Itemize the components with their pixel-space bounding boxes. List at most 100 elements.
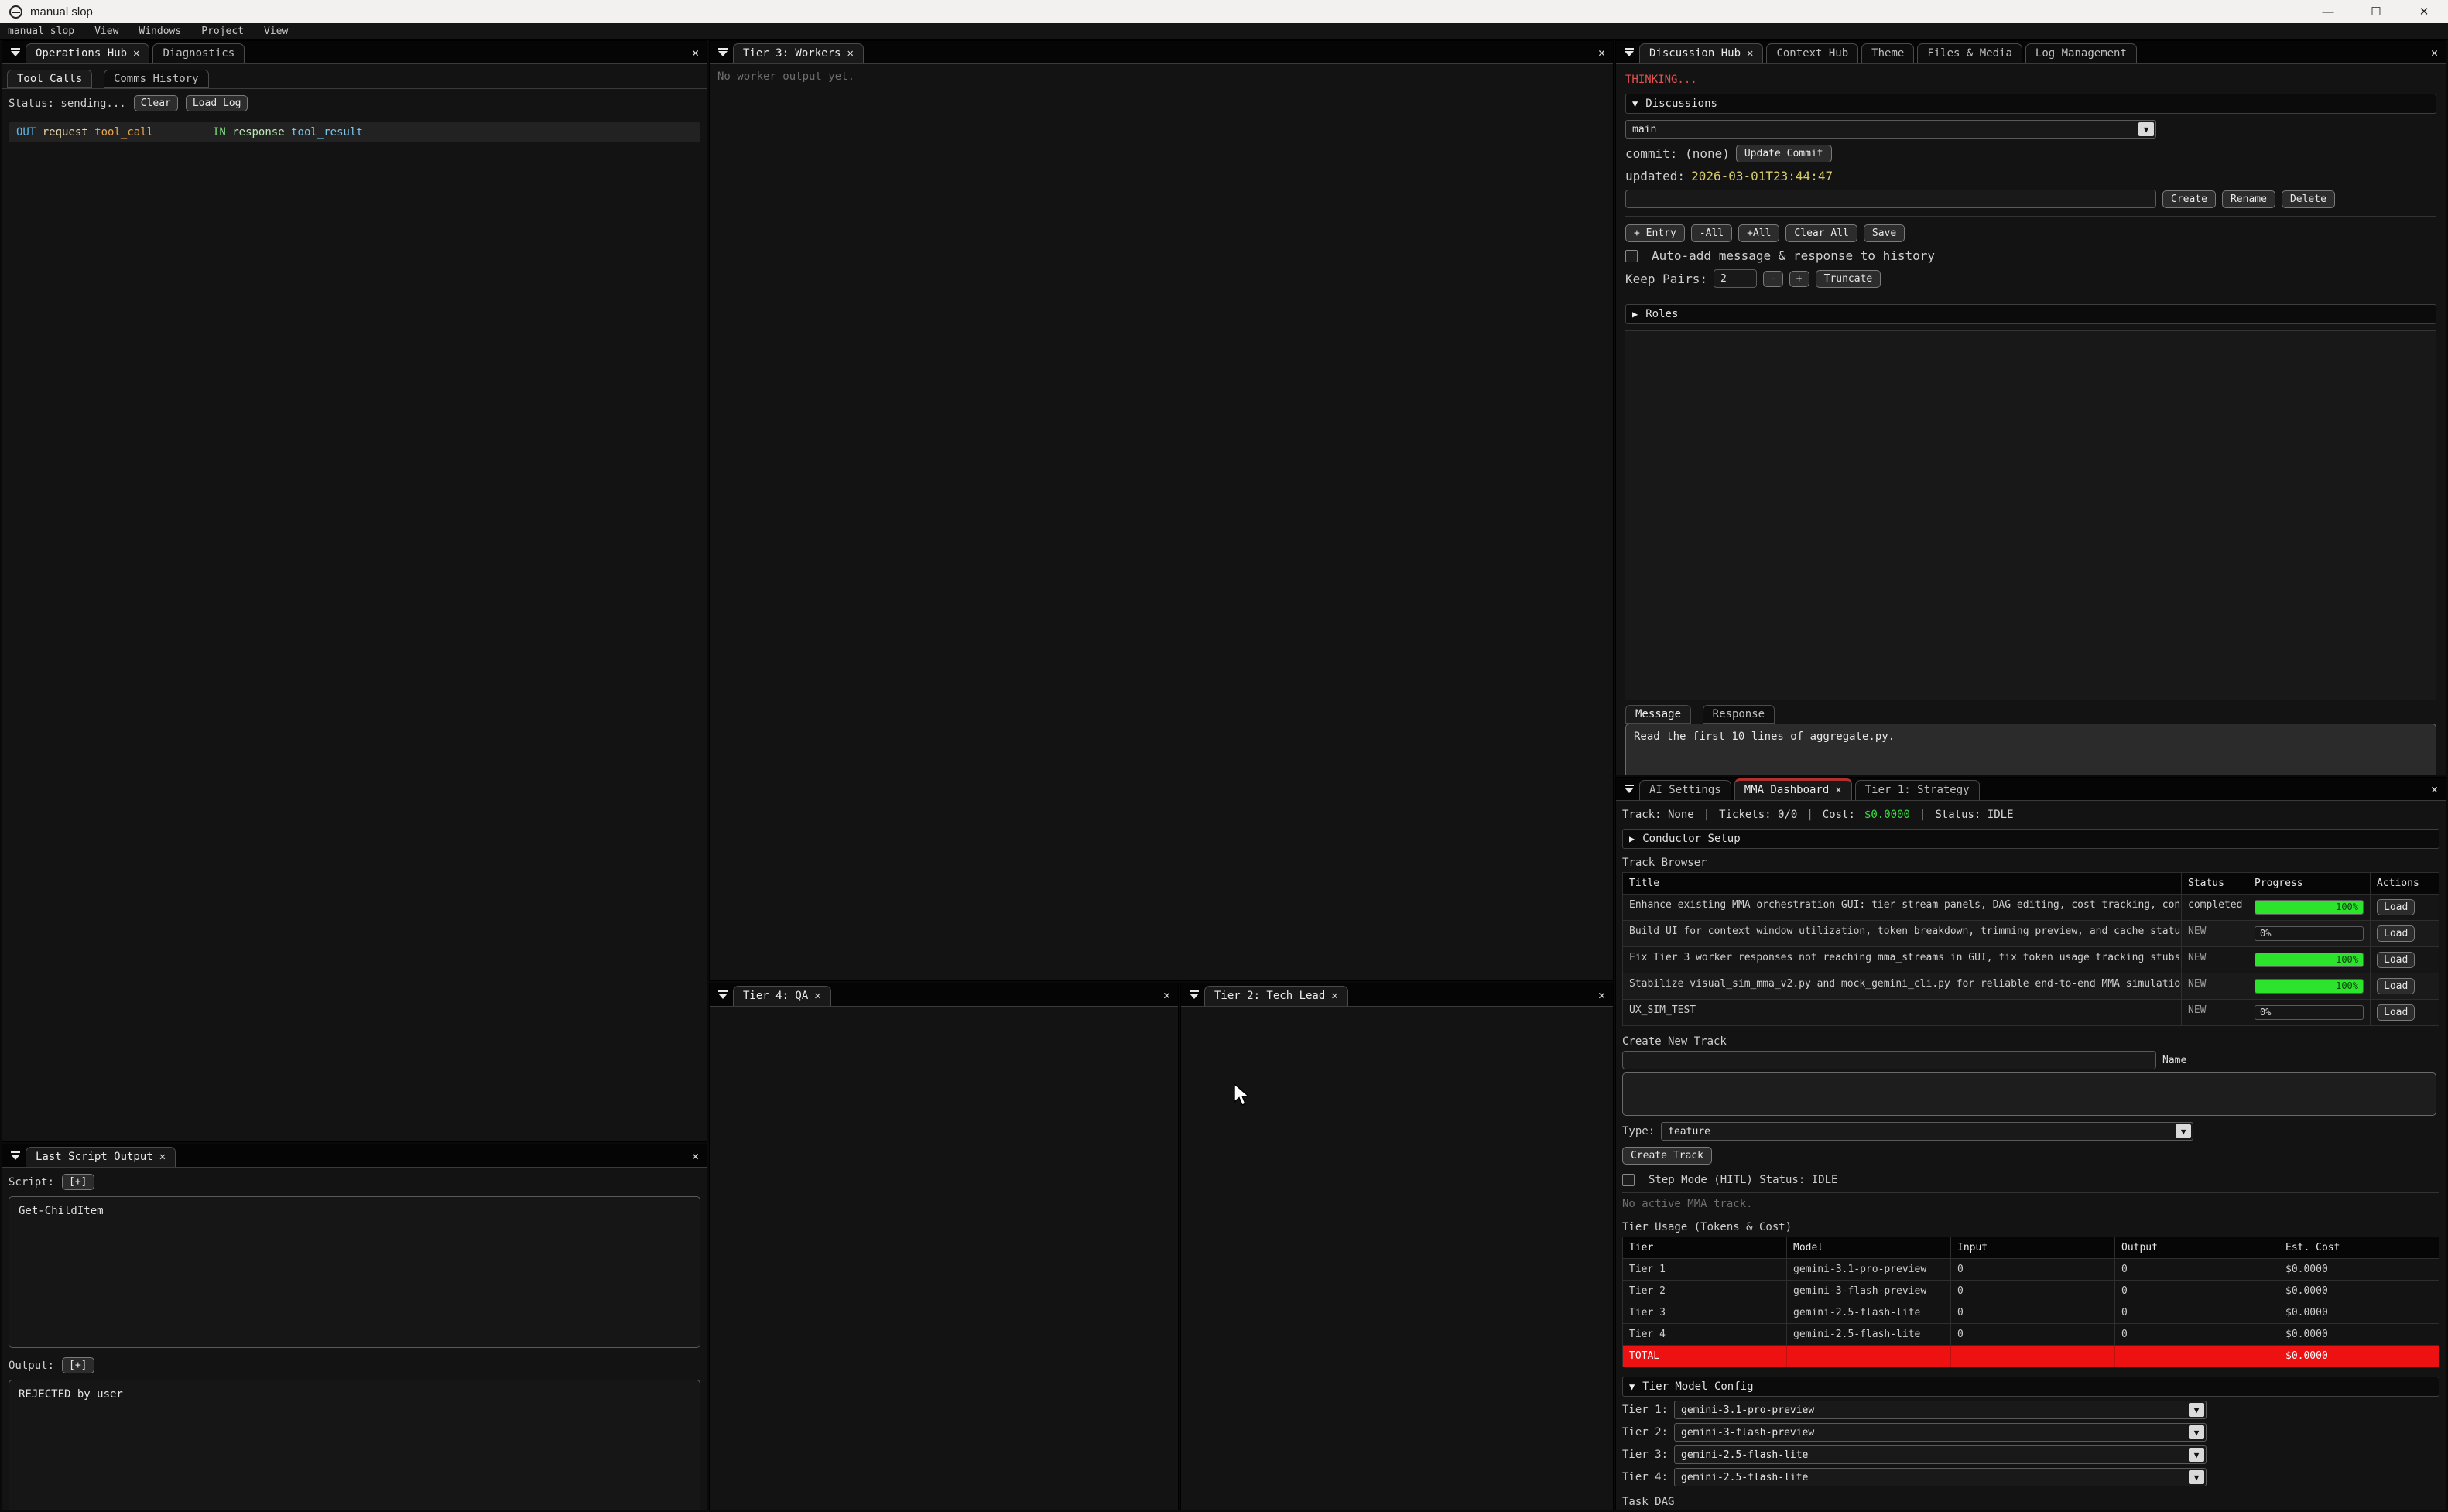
dock-menu-icon[interactable] [1622,48,1636,56]
script-expand-button[interactable]: [+] [62,1174,94,1190]
load-track-button[interactable]: Load [2377,1004,2415,1021]
discussion-hub-panel: Discussion Hub✕ Context Hub Theme Files … [1615,40,2446,775]
tier1-model-select[interactable]: gemini-3.1-pro-preview ▼ [1674,1401,2207,1419]
roles-section-header[interactable]: ▶ Roles [1625,304,2436,324]
track-row[interactable]: Fix Tier 3 worker responses not reaching… [1623,947,2439,973]
dock-menu-icon[interactable] [716,48,730,56]
script-text-box[interactable]: Get-ChildItem [9,1196,700,1348]
tab-files-media[interactable]: Files & Media [1917,43,2022,63]
close-button[interactable]: ✕ [2400,0,2448,23]
history-list-area[interactable] [1625,330,2436,700]
track-row[interactable]: Enhance existing MMA orchestration GUI: … [1623,895,2439,921]
tab-tier3-workers[interactable]: Tier 3: Workers✕ [733,43,864,63]
panel-close-icon[interactable]: ✕ [684,46,707,60]
dock-menu-icon[interactable] [9,48,22,56]
tab-close-icon[interactable]: ✕ [159,1151,166,1163]
discussion-select[interactable]: main ▼ [1625,120,2156,139]
tab-log-management[interactable]: Log Management [2025,43,2137,63]
tier4-qa-panel: Tier 4: QA✕ ✕ [709,983,1179,1510]
tab-close-icon[interactable]: ✕ [847,47,853,60]
output-text-box[interactable]: REJECTED by user [9,1380,700,1510]
menu-view[interactable]: View [94,26,118,37]
track-description-textarea[interactable] [1622,1072,2436,1116]
tab-close-icon[interactable]: ✕ [1747,47,1753,60]
subtab-tool-calls[interactable]: Tool Calls [7,70,92,88]
keep-pairs-minus-button[interactable]: - [1763,271,1783,287]
tier3-model-select[interactable]: gemini-2.5-flash-lite ▼ [1674,1445,2207,1464]
message-textarea[interactable]: Read the first 10 lines of aggregate.py. [1625,724,2436,775]
panel-close-icon[interactable]: ✕ [2423,782,2446,796]
tab-diagnostics[interactable]: Diagnostics [152,43,245,63]
track-row[interactable]: Build UI for context window utilization,… [1623,921,2439,947]
keep-pairs-plus-button[interactable]: + [1789,271,1809,287]
collapse-all-button[interactable]: -All [1691,224,1732,242]
menu-windows[interactable]: Windows [139,26,181,37]
clear-button[interactable]: Clear [134,95,178,111]
truncate-button[interactable]: Truncate [1816,270,1881,288]
tab-close-icon[interactable]: ✕ [1835,784,1841,796]
tier2-model-select[interactable]: gemini-3-flash-preview ▼ [1674,1423,2207,1442]
app-icon [9,5,22,19]
discussion-name-input[interactable] [1625,190,2156,208]
menu-manual-slop[interactable]: manual slop [8,26,74,37]
minimize-button[interactable]: — [2304,0,2352,23]
tier-model-config-header[interactable]: ▼ Tier Model Config [1622,1377,2439,1397]
tier4-model-select[interactable]: gemini-2.5-flash-lite ▼ [1674,1468,2207,1486]
track-type-select[interactable]: feature ▼ [1661,1122,2193,1141]
tab-close-icon[interactable]: ✕ [1331,990,1337,1002]
clear-all-button[interactable]: Clear All [1785,224,1857,242]
load-track-button[interactable]: Load [2377,925,2415,942]
step-mode-checkbox[interactable] [1622,1174,1635,1186]
tab-theme[interactable]: Theme [1861,43,1914,63]
tab-close-icon[interactable]: ✕ [133,47,139,60]
tab-message[interactable]: Message [1625,705,1691,724]
load-track-button[interactable]: Load [2377,952,2415,968]
panel-close-icon[interactable]: ✕ [1156,988,1178,1002]
add-entry-button[interactable]: + Entry [1625,224,1685,242]
delete-button[interactable]: Delete [2282,190,2335,208]
panel-close-icon[interactable]: ✕ [684,1149,707,1163]
rename-button[interactable]: Rename [2222,190,2275,208]
expand-all-button[interactable]: +All [1738,224,1779,242]
tab-discussion-hub[interactable]: Discussion Hub✕ [1639,43,1763,63]
tab-last-script-output[interactable]: Last Script Output✕ [26,1147,176,1167]
tool-call-log-row[interactable]: OUT request tool_call IN response tool_r… [9,122,700,142]
track-row[interactable]: UX_SIM_TEST NEW 0% Load [1623,1000,2439,1025]
tab-operations-hub[interactable]: Operations Hub✕ [26,43,149,63]
panel-close-icon[interactable]: ✕ [1590,46,1613,60]
panel-close-icon[interactable]: ✕ [2423,46,2446,60]
output-expand-button[interactable]: [+] [62,1357,94,1373]
create-track-button[interactable]: Create Track [1622,1147,1712,1165]
save-button[interactable]: Save [1864,224,1905,242]
dock-menu-icon[interactable] [1622,785,1636,793]
discussions-section-header[interactable]: ▼ Discussions [1625,94,2436,114]
load-track-button[interactable]: Load [2377,978,2415,994]
load-track-button[interactable]: Load [2377,899,2415,915]
tab-close-icon[interactable]: ✕ [814,990,820,1002]
tab-tier4-qa[interactable]: Tier 4: QA✕ [733,986,831,1006]
autoadd-checkbox[interactable] [1625,250,1638,262]
tab-response[interactable]: Response [1703,705,1775,724]
track-name-input[interactable] [1622,1051,2156,1069]
dock-menu-icon[interactable] [9,1151,22,1160]
keep-pairs-input[interactable]: 2 [1714,269,1757,288]
update-commit-button[interactable]: Update Commit [1736,145,1832,162]
subtab-comms-history[interactable]: Comms History [104,70,209,88]
tab-mma-dashboard[interactable]: MMA Dashboard✕ [1734,778,1852,800]
load-log-button[interactable]: Load Log [186,95,248,111]
menu-project[interactable]: Project [201,26,244,37]
conductor-setup-header[interactable]: ▶ Conductor Setup [1622,829,2439,849]
menu-view-2[interactable]: View [264,26,288,37]
cost-label: Cost: [1823,809,1855,821]
dock-menu-icon[interactable] [716,990,730,999]
tab-ai-settings[interactable]: AI Settings [1639,780,1731,800]
dock-menu-icon[interactable] [1187,990,1201,999]
maximize-button[interactable]: ☐ [2352,0,2400,23]
tab-tier1-strategy[interactable]: Tier 1: Strategy [1855,780,1980,800]
create-button[interactable]: Create [2162,190,2216,208]
track-row[interactable]: Stabilize visual_sim_mma_v2.py and mock_… [1623,973,2439,1000]
tab-tier2-tech-lead[interactable]: Tier 2: Tech Lead✕ [1204,986,1348,1006]
track-table-header: Title Status Progress Actions [1623,873,2439,895]
tab-context-hub[interactable]: Context Hub [1766,43,1858,63]
panel-close-icon[interactable]: ✕ [1590,988,1613,1002]
